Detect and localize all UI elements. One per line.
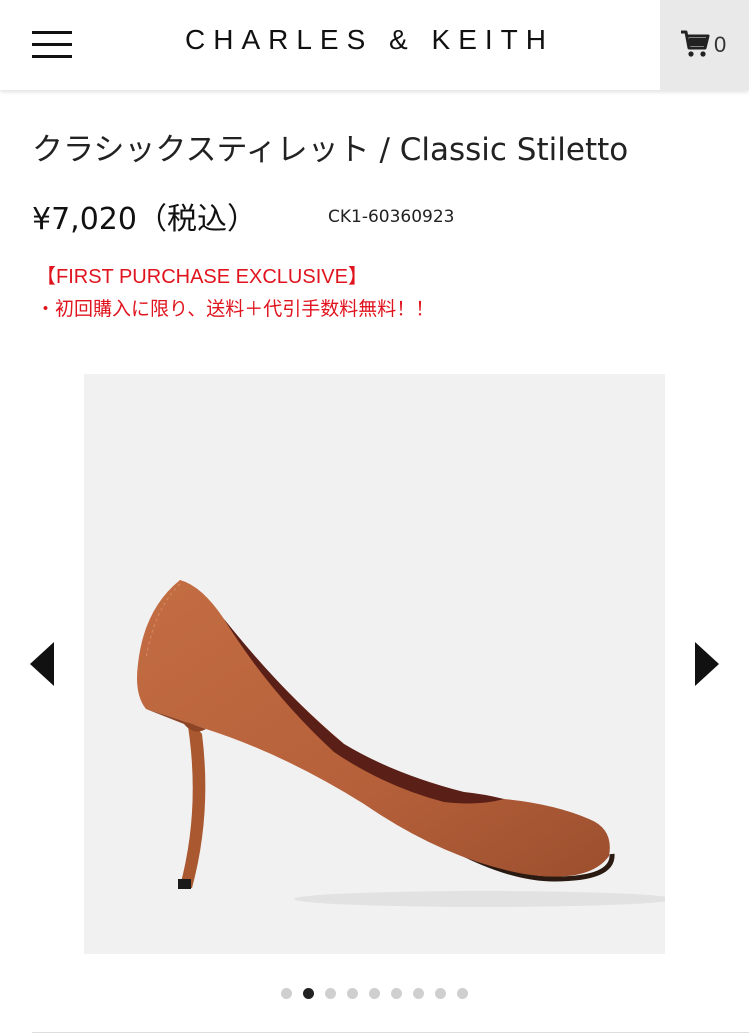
hamburger-menu-icon[interactable] xyxy=(24,22,76,66)
promo-heading: 【FIRST PURCHASE EXCLUSIVE】 xyxy=(36,266,368,288)
shopping-cart-icon xyxy=(681,30,710,57)
divider xyxy=(32,1032,749,1033)
brand-logo[interactable]: CHARLES & KEITH xyxy=(80,24,659,56)
promo-text: ・初回購入に限り、送料＋代引手数料無料！！ xyxy=(36,298,435,320)
product-sku: CK1-60360923 xyxy=(328,207,455,227)
gallery-dot[interactable] xyxy=(391,988,402,999)
gallery-dot[interactable] xyxy=(347,988,358,999)
cart-button[interactable]: 0 xyxy=(660,0,749,90)
gallery-next-button[interactable] xyxy=(693,640,723,688)
gallery-dot-active[interactable] xyxy=(303,988,314,999)
product-price: ¥7,020（税込） xyxy=(32,202,257,237)
gallery-pagination xyxy=(0,988,749,999)
gallery-dot[interactable] xyxy=(281,988,292,999)
gallery-prev-button[interactable] xyxy=(26,640,56,688)
product-image[interactable] xyxy=(84,374,674,954)
shoe-illustration xyxy=(137,580,674,907)
gallery-dot[interactable] xyxy=(457,988,468,999)
gallery-dot[interactable] xyxy=(413,988,424,999)
chevron-right-icon xyxy=(695,642,719,686)
gallery-dot[interactable] xyxy=(325,988,336,999)
chevron-left-icon xyxy=(30,642,54,686)
site-header: CHARLES & KEITH 0 xyxy=(0,0,749,90)
cart-count: 0 xyxy=(714,32,727,57)
product-title: クラシックスティレット / Classic Stiletto xyxy=(32,132,629,168)
gallery-dot[interactable] xyxy=(369,988,380,999)
gallery-dot[interactable] xyxy=(435,988,446,999)
